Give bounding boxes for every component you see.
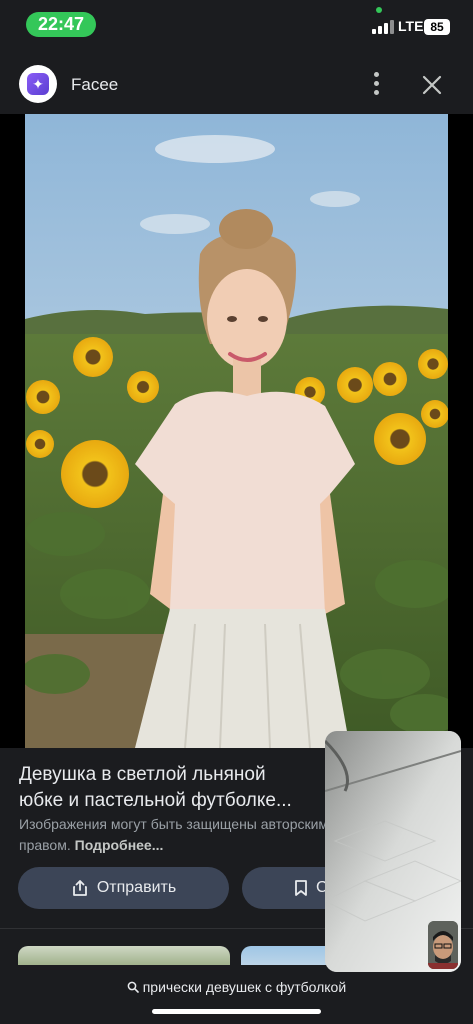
bottom-search-bar: прически девушек с футболкой <box>0 965 473 1024</box>
app-header: Facee <box>0 50 473 114</box>
copyright-notice: Изображения могут быть защищены авторски… <box>19 814 329 856</box>
clock: 22:47 <box>26 12 96 37</box>
copyright-text: Изображения могут быть защищены авторски… <box>19 816 329 853</box>
camera-in-use-indicator <box>376 7 382 13</box>
video-call-preview[interactable] <box>325 731 461 972</box>
image-viewer <box>0 114 473 842</box>
share-button[interactable]: Отправить <box>18 867 229 909</box>
share-icon <box>72 880 87 896</box>
bookmark-icon <box>295 880 307 896</box>
network-type: LTE <box>398 18 424 34</box>
battery-icon: 85 <box>424 19 450 35</box>
learn-more-link[interactable]: Подробнее... <box>75 837 164 853</box>
search-icon <box>127 981 139 993</box>
more-options-icon[interactable] <box>368 72 386 96</box>
app-name: Facee <box>71 75 119 94</box>
result-title[interactable]: Девушка в светлой льняной юбке и пастель… <box>19 762 309 814</box>
share-button-label: Отправить <box>96 879 177 896</box>
self-camera-preview <box>428 921 458 969</box>
signal-icon <box>372 20 394 34</box>
search-query-text: прически девушек с футболкой <box>142 979 347 995</box>
search-query[interactable]: прически девушек с футболкой <box>0 979 473 995</box>
close-icon[interactable] <box>419 72 445 98</box>
app-logo-icon <box>19 65 57 103</box>
result-image[interactable] <box>25 114 448 748</box>
home-indicator[interactable] <box>152 1009 321 1014</box>
status-bar: 22:47 LTE 85 <box>0 0 473 50</box>
